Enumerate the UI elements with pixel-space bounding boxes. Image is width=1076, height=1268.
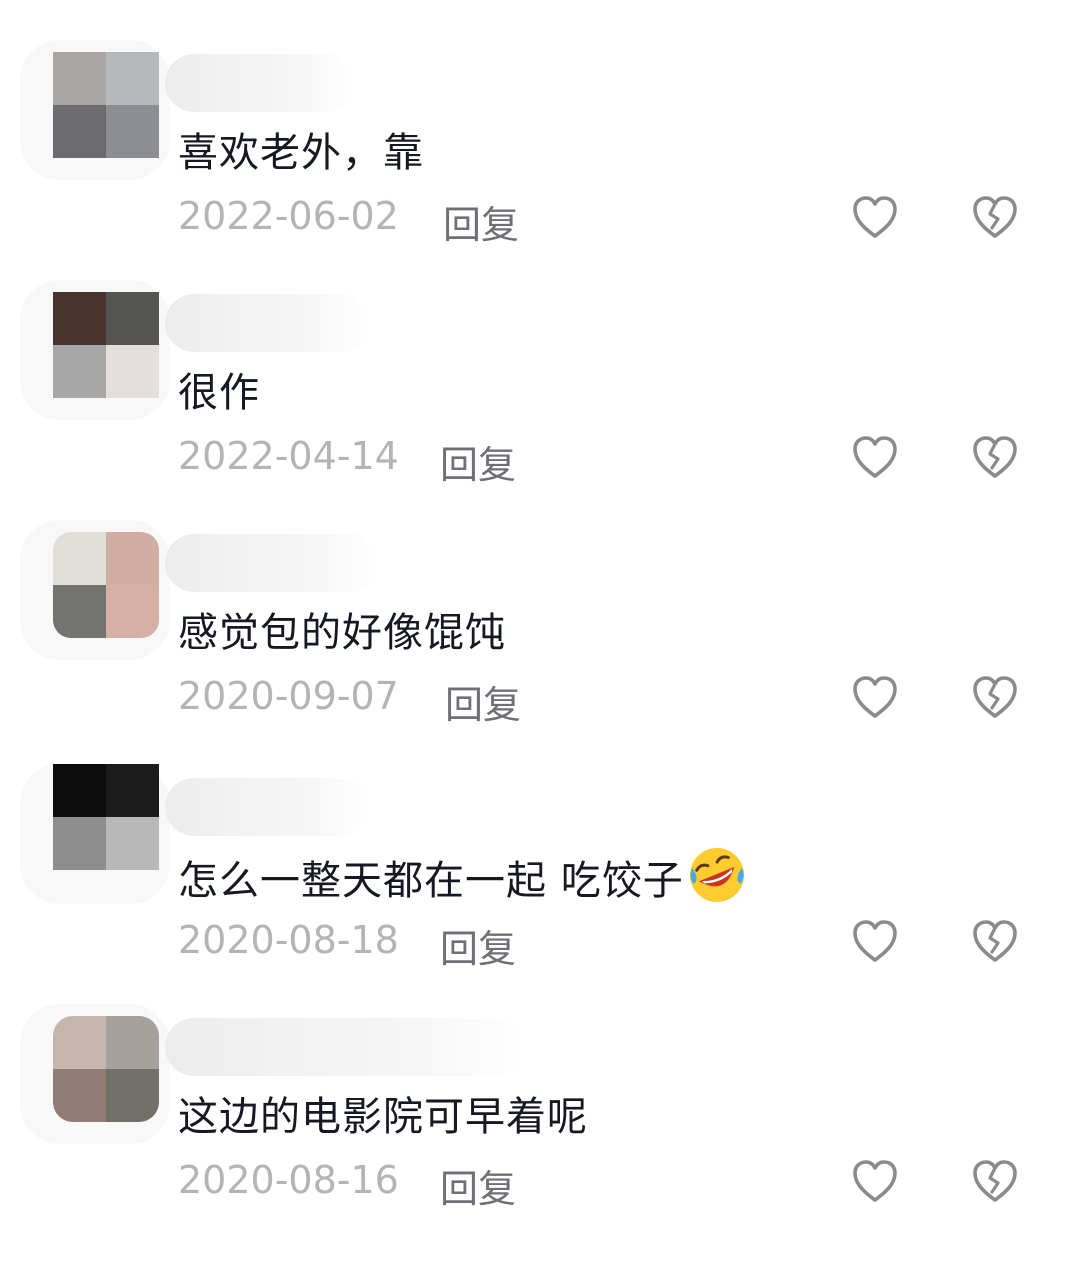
comment-item: 喜欢老外，靠 2022-06-02 回复 [0,40,1076,292]
username-redacted [165,1018,525,1076]
heart-outline-icon[interactable] [851,918,899,964]
heart-outline-icon[interactable] [851,434,899,480]
comment-date: 2022-04-14 [178,434,399,478]
avatar[interactable] [53,52,159,158]
reply-button[interactable]: 回复 [445,674,521,729]
comment-text: 感觉包的好像馄饨 [178,610,506,656]
broken-heart-icon[interactable] [971,1158,1019,1204]
reply-button[interactable]: 回复 [440,918,516,973]
username-redacted [165,294,370,352]
comment-text: 怎么一整天都在一起 吃饺子 [178,844,748,906]
reply-button[interactable]: 回复 [440,1158,516,1213]
comment-text: 喜欢老外，靠 [178,130,424,176]
broken-heart-icon[interactable] [971,674,1019,720]
avatar[interactable] [53,764,159,870]
username-redacted [165,534,380,592]
comment-item: 很作 2022-04-14 回复 [0,280,1076,532]
comment-text: 这边的电影院可早着呢 [178,1094,588,1140]
comment-item: 感觉包的好像馄饨 2020-09-07 回复 [0,520,1076,772]
comment-date: 2020-08-16 [178,1158,399,1202]
comment-text: 很作 [178,370,260,416]
comment-date: 2020-08-18 [178,918,399,962]
avatar[interactable] [53,532,159,638]
comment-date: 2020-09-07 [178,674,399,718]
rolling-on-floor-laughing-emoji [689,848,744,902]
reply-button[interactable]: 回复 [440,434,516,489]
broken-heart-icon[interactable] [971,434,1019,480]
broken-heart-icon[interactable] [971,194,1019,240]
comment-item: 怎么一整天都在一起 吃饺子 2020-08-18 回复 [0,764,1076,1016]
avatar[interactable] [53,1016,159,1122]
comment-item: 这边的电影院可早着呢 2020-08-16 回复 [0,1004,1076,1256]
comment-text-content: 怎么一整天都在一起 吃饺子 [178,858,684,904]
heart-outline-icon[interactable] [851,194,899,240]
avatar[interactable] [53,292,159,398]
comment-date: 2022-06-02 [178,194,399,238]
heart-outline-icon[interactable] [851,674,899,720]
broken-heart-icon[interactable] [971,918,1019,964]
reply-button[interactable]: 回复 [443,194,519,249]
heart-outline-icon[interactable] [851,1158,899,1204]
username-redacted [165,778,370,836]
username-redacted [165,54,355,112]
